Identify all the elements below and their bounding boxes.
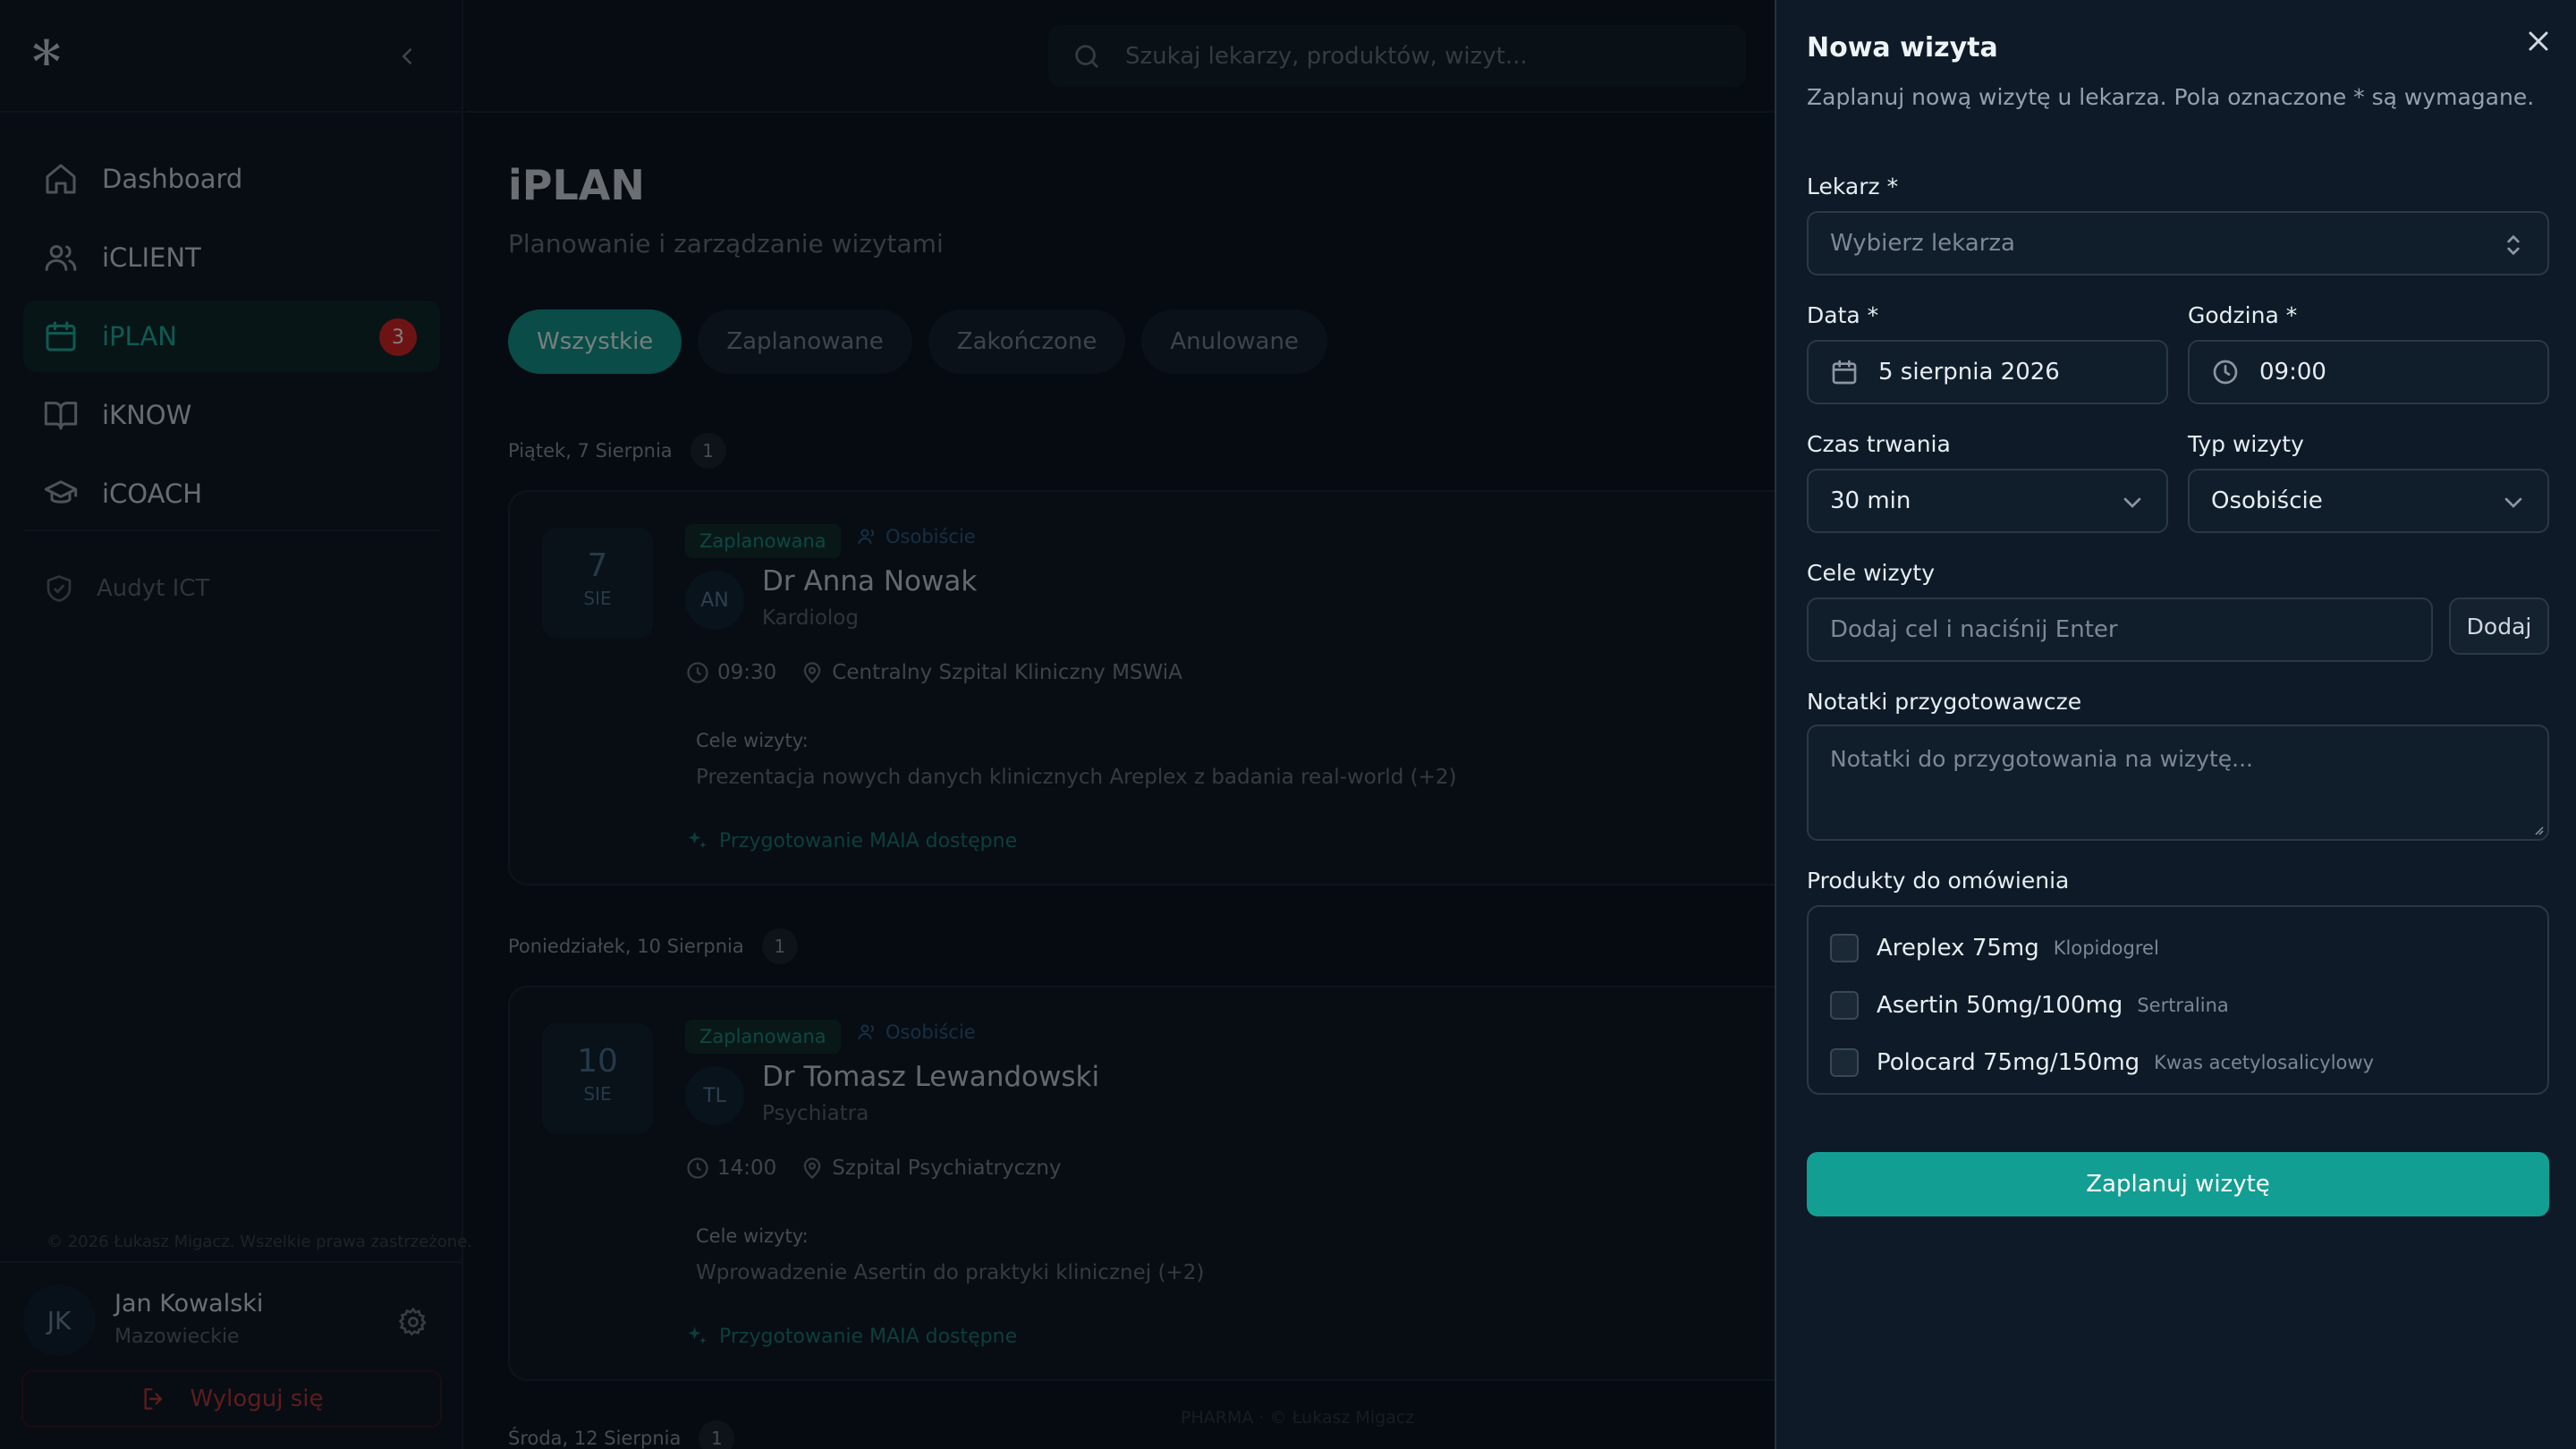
visit-type-value: Osobiście [2211, 487, 2323, 514]
schedule-visit-button[interactable]: Zaplanuj wizytę [1807, 1152, 2549, 1216]
time-label: Godzina * [2188, 302, 2298, 328]
product-name: Areplex 75mg [1877, 935, 2039, 962]
visit-type-label: Typ wizyty [2188, 431, 2304, 457]
duration-value: 30 min [1830, 487, 1911, 514]
duration-label: Czas trwania [1807, 431, 1951, 457]
date-value: 5 sierpnia 2026 [1878, 359, 2060, 386]
product-substance: Kwas acetylosalicylowy [2154, 1052, 2375, 1073]
product-checkbox[interactable] [1830, 1048, 1859, 1077]
duration-select[interactable]: 30 min [1807, 469, 2168, 533]
date-label: Data * [1807, 302, 1879, 328]
product-checkbox[interactable] [1830, 934, 1859, 962]
resize-handle-icon[interactable] [2531, 823, 2544, 835]
product-name: Polocard 75mg/150mg [1877, 1049, 2140, 1076]
product-name: Asertin 50mg/100mg [1877, 992, 2123, 1019]
goal-input[interactable]: Dodaj cel i naciśnij Enter [1807, 597, 2433, 662]
doctor-select-value: Wybierz lekarza [1830, 230, 2015, 257]
notes-placeholder: Notatki do przygotowania na wizytę... [1830, 746, 2253, 772]
notes-label: Notatki przygotowawcze [1807, 689, 2082, 715]
product-checkbox[interactable] [1830, 991, 1859, 1020]
date-picker[interactable]: 5 sierpnia 2026 [1807, 340, 2168, 404]
add-goal-button[interactable]: Dodaj [2449, 597, 2549, 655]
goal-input-placeholder: Dodaj cel i naciśnij Enter [1830, 616, 2118, 643]
product-item[interactable]: Asertin 50mg/100mg Sertralina [1809, 977, 2547, 1034]
visit-type-select[interactable]: Osobiście [2188, 469, 2549, 533]
clock-icon [2213, 360, 2238, 385]
panel-description: Zaplanuj nową wizytę u lekarza. Pola ozn… [1807, 84, 2535, 110]
chevrons-up-down-icon [2507, 234, 2520, 256]
products-label: Produkty do omówienia [1807, 868, 2070, 894]
chevron-down-icon [2123, 497, 2141, 508]
goals-label: Cele wizyty [1807, 560, 1936, 586]
products-list: Areplex 75mg Klopidogrel Asertin 50mg/10… [1807, 905, 2549, 1095]
time-value: 09:00 [2259, 359, 2326, 386]
product-item[interactable]: Polocard 75mg/150mg Kwas acetylosalicylo… [1809, 1034, 2547, 1091]
doctor-label: Lekarz * [1807, 174, 1899, 199]
calendar-icon [1832, 360, 1857, 385]
chevron-down-icon [2504, 497, 2522, 508]
panel-title: Nowa wizyta [1807, 32, 1998, 64]
notes-textarea[interactable]: Notatki do przygotowania na wizytę... [1807, 724, 2549, 841]
doctor-select[interactable]: Wybierz lekarza [1807, 211, 2549, 275]
product-substance: Klopidogrel [2053, 937, 2159, 959]
close-icon[interactable] [2522, 25, 2555, 57]
new-visit-panel: Nowa wizyta Zaplanuj nową wizytę u lekar… [1775, 0, 2576, 1449]
product-item[interactable]: Areplex 75mg Klopidogrel [1809, 919, 2547, 977]
time-picker[interactable]: 09:00 [2188, 340, 2549, 404]
product-substance: Sertralina [2137, 995, 2229, 1016]
